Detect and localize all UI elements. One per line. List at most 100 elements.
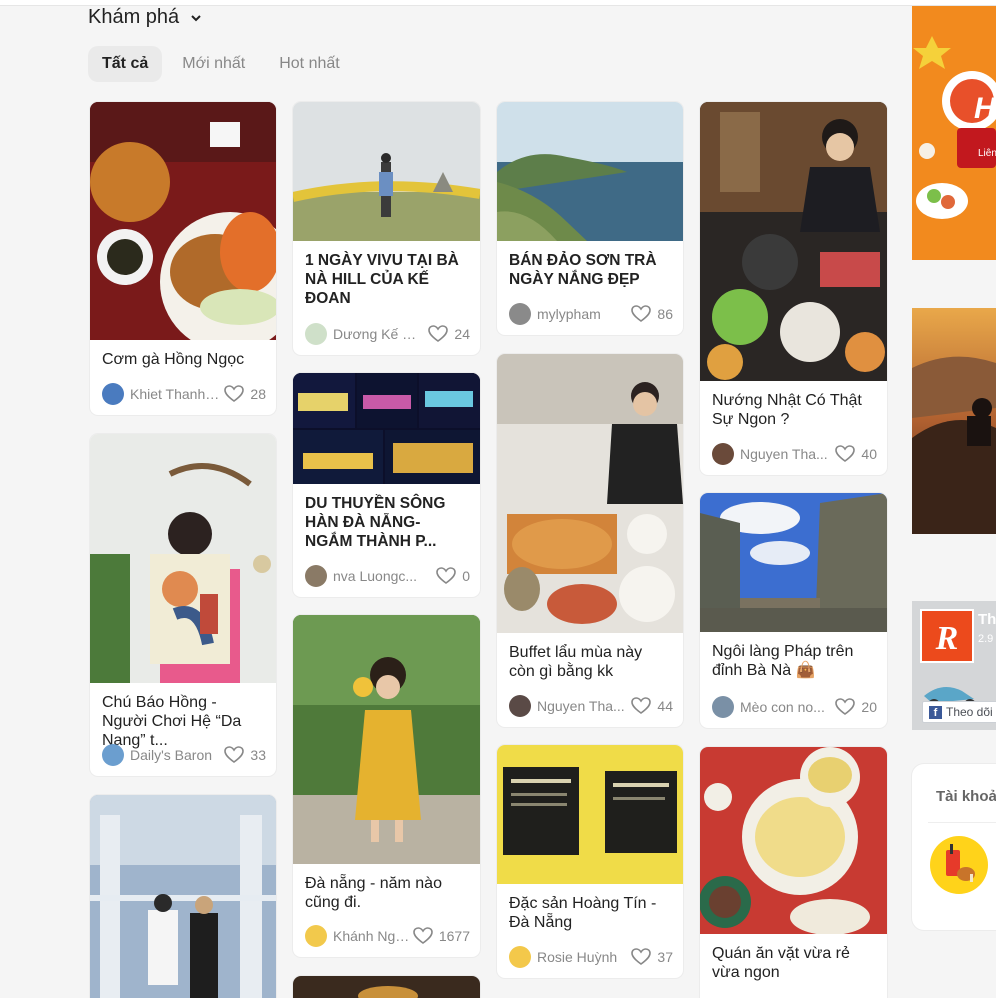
post-card[interactable]: Chú Báo Hồng - Người Chơi Hệ “Da Nang” t… — [90, 434, 276, 776]
like-count: 33 — [250, 747, 266, 763]
post-title: Buffet lẩu mùa này còn gì bằng kk — [509, 644, 643, 680]
heart-icon[interactable] — [428, 325, 449, 343]
post-card[interactable]: Đặc sản Hoàng Tín - Đà Nẵng Rosie Huỳnh … — [497, 745, 683, 978]
ad-banner[interactable]: H Liên — [912, 6, 996, 260]
post-meta: Nguyen Tha... 44 — [509, 695, 673, 717]
like-count: 44 — [657, 698, 673, 714]
post-meta: Rosie Huỳnh 37 — [509, 946, 673, 968]
post-card[interactable]: BÁN ĐẢO SƠN TRÀ NGÀY NẮNG ĐẸP mylypham 8… — [497, 102, 683, 335]
like-control[interactable]: 24 — [428, 325, 470, 343]
heart-icon[interactable] — [436, 567, 457, 585]
heart-icon[interactable] — [835, 445, 856, 463]
post-title: Đặc sản Hoàng Tín - Đà Nẵng — [509, 895, 657, 931]
heart-icon[interactable] — [224, 746, 245, 764]
post-meta: nva Luongc... 0 — [305, 565, 470, 587]
post-card[interactable]: 1 NGÀY VIVU TẠI BÀ NÀ HILL CỦA KẾ ĐOAN D… — [293, 102, 480, 355]
follow-button[interactable]: f Theo dõi — [922, 701, 996, 723]
post-author[interactable]: Khiet Thanh ... — [130, 386, 220, 402]
post-title: Ngôi làng Pháp trên đỉnh Bà Nà 👜 — [712, 643, 854, 679]
post-meta: Nguyen Tha... 40 — [712, 443, 877, 465]
post-image — [90, 795, 276, 998]
post-card[interactable]: Buffet lẩu mùa này còn gì bằng kk Nguyen… — [497, 354, 683, 727]
tab-newest[interactable]: Mới nhất — [168, 46, 259, 82]
like-control[interactable]: 28 — [224, 385, 266, 403]
ad-headline: H — [974, 92, 996, 125]
avatar — [102, 383, 124, 405]
like-control[interactable]: 40 — [835, 445, 877, 463]
heart-icon[interactable] — [631, 948, 652, 966]
like-count: 37 — [657, 949, 673, 965]
post-image — [293, 976, 480, 998]
post-image — [497, 354, 683, 633]
like-count: 28 — [250, 386, 266, 402]
post-image — [497, 102, 683, 241]
explore-dropdown[interactable]: Khám phá — [88, 6, 203, 29]
post-author[interactable]: Rosie Huỳnh — [537, 949, 627, 965]
post-author[interactable]: nva Luongc... — [333, 568, 423, 584]
promo-image — [912, 6, 996, 260]
post-card[interactable] — [293, 976, 480, 998]
heart-icon[interactable] — [631, 697, 652, 715]
like-count: 1677 — [438, 928, 470, 944]
post-author[interactable]: Nguyen Tha... — [740, 446, 830, 462]
avatar — [102, 744, 124, 766]
avatar — [305, 323, 327, 345]
facebook-icon: f — [929, 705, 942, 719]
like-count: 20 — [861, 699, 877, 715]
post-author[interactable]: Khánh Nga (... — [333, 928, 413, 944]
post-meta: mylypham 86 — [509, 303, 673, 325]
post-image — [497, 745, 683, 884]
post-author[interactable]: Daily's Baron — [130, 747, 220, 763]
post-image — [90, 102, 276, 340]
post-card[interactable]: Quán ăn vặt vừa rẻ vừa ngon — [700, 747, 887, 998]
post-image — [293, 102, 480, 241]
post-image — [293, 615, 480, 864]
post-title: Cơm gà Hồng Ngọc — [102, 351, 245, 368]
like-control[interactable]: 0 — [436, 567, 470, 585]
post-card[interactable]: Cơm gà Hồng Ngọc Khiet Thanh ... 28 — [90, 102, 276, 415]
post-card[interactable]: DU THUYỀN SÔNG HÀN ĐÀ NẴNG- NGẮM THÀNH P… — [293, 373, 480, 597]
like-count: 24 — [454, 326, 470, 342]
account-heading: Tài khoả — [936, 788, 996, 805]
post-author[interactable]: Dương Kế Đ... — [333, 326, 423, 342]
like-control[interactable]: 44 — [631, 697, 673, 715]
post-author[interactable]: Mèo con no... — [740, 699, 830, 715]
divider — [928, 822, 996, 823]
post-title: Quán ăn vặt vừa rẻ vừa ngon — [712, 945, 850, 981]
like-control[interactable]: 33 — [224, 746, 266, 764]
post-title: Chú Báo Hồng - Người Chơi Hệ “Da Nang” t… — [102, 694, 242, 749]
page-name[interactable]: Th — [978, 611, 996, 628]
tab-hottest[interactable]: Hot nhất — [265, 46, 353, 82]
post-image — [700, 493, 887, 632]
heart-icon[interactable] — [224, 385, 245, 403]
like-count: 40 — [861, 446, 877, 462]
post-card[interactable] — [90, 795, 276, 998]
post-author[interactable]: Nguyen Tha... — [537, 698, 627, 714]
like-count: 0 — [462, 568, 470, 584]
chevron-down-icon — [191, 14, 201, 21]
food-icon[interactable] — [930, 836, 988, 894]
like-control[interactable]: 37 — [631, 948, 673, 966]
post-title: 1 NGÀY VIVU TẠI BÀ NÀ HILL CỦA KẾ ĐOAN — [305, 252, 459, 307]
post-author[interactable]: mylypham — [537, 306, 627, 322]
avatar — [712, 696, 734, 718]
like-control[interactable]: 86 — [631, 305, 673, 323]
page-follower-count: 2.9 — [978, 633, 994, 645]
post-meta: Daily's Baron 33 — [102, 744, 266, 766]
like-control[interactable]: 20 — [835, 698, 877, 716]
banner-image[interactable] — [912, 308, 996, 534]
like-control[interactable]: 1677 — [413, 927, 470, 945]
avatar — [509, 303, 531, 325]
avatar — [305, 565, 327, 587]
post-card[interactable]: Đà nẵng - năm nào cũng đi. Khánh Nga (..… — [293, 615, 480, 957]
heart-icon[interactable] — [631, 305, 652, 323]
heart-icon[interactable] — [413, 927, 433, 945]
post-card[interactable]: Nướng Nhật Có Thật Sự Ngon ? Nguyen Tha.… — [700, 102, 887, 475]
like-count: 86 — [657, 306, 673, 322]
post-image — [700, 102, 887, 381]
tab-all[interactable]: Tất cả — [88, 46, 163, 82]
facebook-page-widget[interactable]: R Th 2.9 f Theo dõi — [912, 601, 996, 730]
post-image — [700, 747, 887, 934]
post-card[interactable]: Ngôi làng Pháp trên đỉnh Bà Nà 👜 Mèo con… — [700, 493, 887, 728]
heart-icon[interactable] — [835, 698, 856, 716]
